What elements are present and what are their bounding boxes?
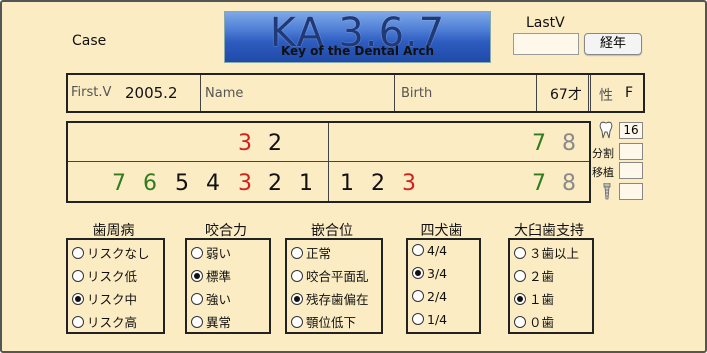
bite-force-title: 咬合力: [205, 223, 247, 239]
molar-option-4[interactable]: ０歯: [514, 312, 554, 331]
tooth-icon: [599, 121, 613, 139]
radio-selected-icon[interactable]: [291, 293, 303, 305]
sex-cell[interactable]: 性 F: [588, 75, 646, 111]
canines-title: 四犬歯: [420, 223, 463, 239]
lastv-field[interactable]: [513, 33, 579, 55]
occlusion-option-2[interactable]: 咬合平面乱: [291, 266, 369, 285]
firstv-label: First.V: [71, 85, 112, 100]
dental-chart: 3 2 7 8 7 6 5 4 3 2 1 1 2 3 7 8: [66, 121, 591, 203]
canines-option-1[interactable]: 4/4: [412, 243, 447, 258]
radio-icon[interactable]: [514, 316, 526, 328]
radio-icon[interactable]: [191, 316, 203, 328]
bite-force-option-2[interactable]: 標準: [191, 266, 231, 285]
canines-option-3[interactable]: 2/4: [412, 289, 447, 304]
canines-option-4[interactable]: 1/4: [412, 312, 447, 327]
occlusion-option-1[interactable]: 正常: [291, 243, 331, 262]
canines-group: 4/4 3/4 2/4 1/4: [406, 238, 481, 334]
bite-force-option-1[interactable]: 弱い: [191, 243, 231, 262]
occlusion-position-title: 嵌合位: [311, 223, 353, 239]
tooth-count-field[interactable]: 16: [619, 122, 643, 139]
tooth-lower-right-4[interactable]: 4: [206, 171, 220, 196]
lastv-label: LastV: [526, 15, 565, 31]
radio-icon[interactable]: [191, 247, 203, 259]
tooth-upper-left-7[interactable]: 7: [532, 131, 546, 156]
tooth-lower-left-1[interactable]: 1: [340, 171, 354, 196]
periodontal-group: リスクなし リスク低 リスク中 リスク高: [66, 238, 165, 334]
bite-force-option-4[interactable]: 異常: [191, 312, 231, 331]
radio-selected-icon[interactable]: [412, 267, 424, 279]
radio-selected-icon[interactable]: [191, 270, 203, 282]
occlusion-option-3[interactable]: 残存歯偏在: [291, 289, 369, 308]
tooth-lower-left-2[interactable]: 2: [371, 171, 385, 196]
split-label: 分割: [592, 147, 614, 160]
implant-field[interactable]: [619, 183, 643, 200]
case-label: Case: [72, 33, 107, 49]
radio-icon[interactable]: [514, 247, 526, 259]
bite-force-group: 弱い 標準 強い 異常: [185, 238, 271, 334]
radio-selected-icon[interactable]: [72, 293, 84, 305]
radio-icon[interactable]: [191, 293, 203, 305]
tooth-lower-left-3[interactable]: 3: [402, 171, 416, 196]
logo-subtitle: Key of the Dental Arch: [280, 44, 435, 58]
periodontal-title: 歯周病: [92, 223, 135, 239]
tooth-lower-right-3[interactable]: 3: [238, 171, 252, 196]
tooth-lower-right-2[interactable]: 2: [268, 171, 282, 196]
radio-icon[interactable]: [291, 270, 303, 282]
age-cell: 67才: [536, 75, 589, 111]
periodontal-option-2[interactable]: リスク低: [72, 266, 137, 285]
birth-label: Birth: [401, 86, 433, 101]
occlusion-option-4[interactable]: 顎位低下: [291, 312, 356, 331]
midline: [328, 123, 329, 201]
radio-icon[interactable]: [514, 270, 526, 282]
tooth-lower-left-7[interactable]: 7: [532, 171, 546, 196]
sex-label: 性: [599, 88, 613, 104]
patient-info-bar: First.V 2005.2 Name Birth 67才 性 F: [66, 73, 645, 113]
radio-icon[interactable]: [72, 270, 84, 282]
molar-option-3[interactable]: １歯: [514, 289, 554, 308]
molar-option-2[interactable]: ２歯: [514, 266, 554, 285]
occlusion-position-group: 正常 咬合平面乱 残存歯偏在 顎位低下: [285, 238, 383, 334]
radio-icon[interactable]: [412, 244, 424, 256]
periodontal-option-1[interactable]: リスクなし: [72, 243, 150, 262]
periodontal-option-3[interactable]: リスク中: [72, 289, 137, 308]
bite-force-option-3[interactable]: 強い: [191, 289, 231, 308]
split-field[interactable]: [619, 143, 643, 160]
radio-icon[interactable]: [412, 313, 424, 325]
tooth-lower-right-6[interactable]: 6: [143, 171, 157, 196]
tooth-lower-left-8[interactable]: 8: [562, 171, 576, 196]
age-value: 67才: [550, 87, 582, 103]
radio-icon[interactable]: [72, 247, 84, 259]
tooth-lower-right-7[interactable]: 7: [112, 171, 126, 196]
radio-icon[interactable]: [291, 247, 303, 259]
radio-icon[interactable]: [412, 290, 424, 302]
tooth-lower-right-1[interactable]: 1: [299, 171, 313, 196]
implant-icon: [603, 183, 611, 200]
radio-icon[interactable]: [291, 316, 303, 328]
elapsed-button[interactable]: 経年: [584, 33, 642, 55]
transplant-label: 移植: [592, 166, 614, 179]
periodontal-option-4[interactable]: リスク高: [72, 312, 137, 331]
radio-icon[interactable]: [72, 316, 84, 328]
app-logo: KA 3.6.7 Key of the Dental Arch: [224, 10, 491, 63]
birth-cell[interactable]: Birth: [394, 75, 537, 111]
firstv-value[interactable]: 2005.2: [125, 84, 178, 102]
molar-support-title: 大臼歯支持: [514, 223, 584, 239]
transplant-field[interactable]: [619, 162, 643, 179]
molar-option-1[interactable]: ３歯以上: [514, 243, 579, 262]
tooth-upper-right-3[interactable]: 3: [238, 131, 252, 156]
ka-window: Case KA 3.6.7 Key of the Dental Arch Las…: [0, 0, 707, 353]
name-cell[interactable]: Name: [200, 75, 395, 111]
sex-value: F: [625, 85, 634, 101]
name-label: Name: [205, 86, 244, 101]
tooth-upper-right-2[interactable]: 2: [268, 131, 282, 156]
tooth-upper-left-8[interactable]: 8: [562, 131, 576, 156]
canines-option-2[interactable]: 3/4: [412, 266, 447, 281]
radio-selected-icon[interactable]: [514, 293, 526, 305]
molar-support-group: ３歯以上 ２歯 １歯 ０歯: [508, 238, 594, 334]
tooth-lower-right-5[interactable]: 5: [175, 171, 189, 196]
